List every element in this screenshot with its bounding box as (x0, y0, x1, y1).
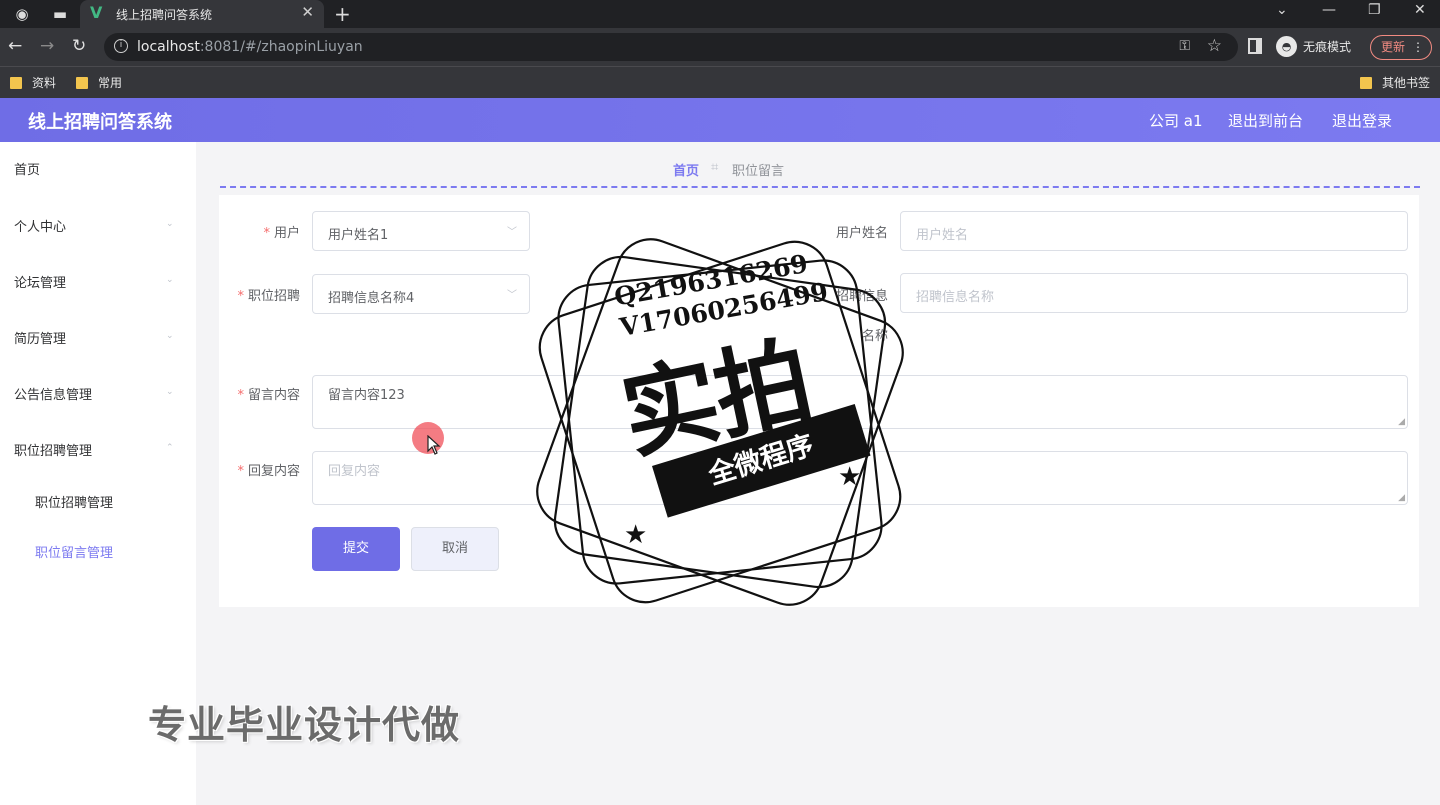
message-value: 留言内容123 (328, 388, 405, 403)
other-bookmarks-label: 其他书签 (1382, 76, 1431, 90)
username-input[interactable]: 用户姓名 (900, 211, 1408, 251)
url-host: localhost (137, 39, 200, 55)
user-label: * 用户 (220, 222, 300, 241)
mouse-pointer-icon (427, 435, 441, 455)
close-window-icon[interactable]: ✕ (1414, 2, 1426, 18)
bookmark-folder[interactable]: 常用 (76, 74, 122, 91)
url-text: localhost:8081/#/zhaopinLiuyan (137, 39, 363, 55)
resize-grip-icon[interactable]: ◢ (1398, 493, 1405, 503)
breadcrumb-separator-icon: ⌗ (711, 160, 719, 175)
sidebar-item-notice[interactable]: 公告信息管理 (14, 384, 92, 403)
cancel-button[interactable]: 取消 (411, 527, 499, 571)
chevron-down-icon: ﹀ (507, 227, 517, 238)
user-label-text: 用户 (273, 226, 300, 241)
reload-icon[interactable]: ↻ (72, 36, 86, 56)
bookmark-star-icon[interactable]: ☆ (1207, 36, 1222, 56)
reply-label-text: 回复内容 (247, 464, 300, 479)
breadcrumb-current: 职位留言 (732, 164, 785, 179)
submit-button[interactable]: 提交 (312, 527, 400, 571)
reply-placeholder: 回复内容 (328, 464, 381, 479)
chevron-down-icon: ⌄ (166, 275, 174, 285)
browser-tab-active[interactable]: V 线上招聘问答系统 ✕ (80, 0, 324, 28)
chevron-down-icon: ﹀ (507, 290, 517, 301)
promo-watermark-text: 专业毕业设计代做 (148, 703, 461, 747)
browser-tabbar: ◉ ▬ V 线上招聘问答系统 ✕ + ⌄ — ❐ ✕ (0, 0, 1440, 28)
sidebar-subitem-job-messages[interactable]: 职位留言管理 (35, 542, 113, 561)
required-mark: * (237, 388, 244, 403)
update-button[interactable]: 更新 ⋮ (1370, 35, 1432, 60)
tab-search-icon[interactable]: ⌄ (1276, 2, 1288, 18)
breadcrumb-divider (220, 186, 1420, 188)
tab-title: 线上招聘问答系统 (116, 8, 213, 22)
browser-toolbar: ← → ↻ i localhost:8081/#/zhaopinLiuyan ⚿… (0, 28, 1440, 66)
user-select-value: 用户姓名1 (328, 228, 389, 243)
forward-icon[interactable]: → (40, 36, 54, 56)
user-select[interactable]: 用户姓名1 ﹀ (312, 211, 530, 251)
sidebar-item-jobs[interactable]: 职位招聘管理 (14, 440, 92, 459)
resize-grip-icon[interactable]: ◢ (1398, 417, 1405, 427)
front-link[interactable]: 退出到前台 (1228, 110, 1303, 131)
tab-strip-icon[interactable]: ▬ (50, 4, 70, 24)
vue-logo-icon: V (90, 3, 103, 22)
message-label: * 留言内容 (220, 384, 300, 403)
new-tab-icon[interactable]: + (334, 2, 351, 26)
required-mark: * (237, 464, 244, 479)
address-bar[interactable]: i localhost:8081/#/zhaopinLiuyan ⚿ ☆ (104, 33, 1238, 61)
restore-icon[interactable]: ❐ (1368, 2, 1381, 18)
bookmarks-bar: 资料 常用 其他书签 (0, 66, 1440, 98)
sidebar-item-profile[interactable]: 个人中心 (14, 216, 66, 235)
url-path: :8081/#/zhaopinLiuyan (199, 39, 363, 55)
site-info-icon[interactable]: i (114, 39, 128, 53)
minimize-icon[interactable]: — (1322, 2, 1336, 18)
chevron-down-icon: ⌄ (166, 219, 174, 229)
bookmark-folder[interactable]: 资料 (10, 74, 56, 91)
jobname-input[interactable]: 招聘信息名称 (900, 273, 1408, 313)
username-placeholder: 用户姓名 (916, 228, 969, 243)
tab-close-icon[interactable]: ✕ (301, 3, 314, 21)
chevron-down-icon: ⌄ (166, 331, 174, 341)
reply-label: * 回复内容 (220, 460, 300, 479)
globe-icon[interactable]: ◉ (12, 4, 32, 24)
side-panel-icon[interactable] (1248, 38, 1262, 54)
job-select[interactable]: 招聘信息名称4 ﹀ (312, 274, 530, 314)
job-label: * 职位招聘 (220, 285, 300, 304)
logout-link[interactable]: 退出登录 (1332, 110, 1392, 131)
bookmark-label: 常用 (98, 76, 123, 90)
app-header: 线上招聘问答系统 公司 a1 退出到前台 退出登录 (0, 98, 1440, 142)
chevron-down-icon: ⌄ (166, 387, 174, 397)
jobname-placeholder: 招聘信息名称 (916, 290, 995, 305)
sidebar-item-home[interactable]: 首页 (14, 159, 40, 178)
folder-icon (10, 76, 22, 89)
key-icon[interactable]: ⚿ (1179, 38, 1190, 54)
message-label-text: 留言内容 (247, 388, 300, 403)
chevron-up-icon: ⌃ (166, 443, 174, 453)
bookmark-label: 资料 (32, 76, 57, 90)
incognito-icon: ◓ (1276, 36, 1297, 57)
current-user: 公司 a1 (1149, 112, 1203, 130)
job-label-text: 职位招聘 (247, 289, 300, 304)
sidebar-item-forum[interactable]: 论坛管理 (14, 272, 66, 291)
back-icon[interactable]: ← (8, 36, 22, 56)
app-title: 线上招聘问答系统 (28, 112, 172, 133)
more-menu-icon[interactable]: ⋮ (1412, 36, 1424, 58)
job-select-value: 招聘信息名称4 (328, 291, 415, 306)
star-icon: ★ (838, 462, 862, 492)
required-mark: * (237, 289, 244, 304)
incognito-label: 无痕模式 (1303, 40, 1352, 54)
sidebar-subitem-job-manage[interactable]: 职位招聘管理 (35, 492, 113, 511)
star-icon: ★ (624, 520, 648, 550)
sidebar-item-resume[interactable]: 简历管理 (14, 328, 66, 347)
incognito-indicator[interactable]: ◓ 无痕模式 (1276, 36, 1351, 57)
breadcrumb-home[interactable]: 首页 (673, 160, 699, 179)
update-label: 更新 (1381, 40, 1406, 54)
other-bookmarks[interactable]: 其他书签 (1360, 74, 1430, 91)
folder-icon (1360, 76, 1372, 89)
required-mark: * (263, 226, 270, 241)
folder-icon (76, 76, 88, 89)
